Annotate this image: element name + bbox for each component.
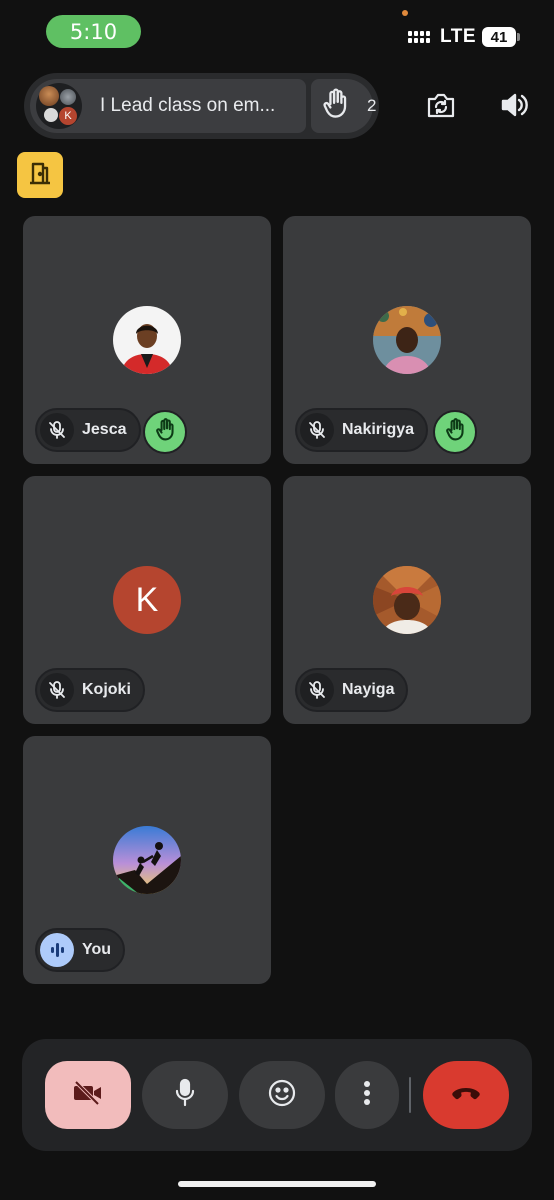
network-type: LTE [440, 26, 476, 47]
avatar: K [113, 566, 181, 634]
door-icon [29, 161, 51, 190]
participant-name: Kojoki [82, 681, 131, 698]
more-vert-icon [363, 1080, 371, 1111]
meeting-title: I Lead class on em... [100, 95, 276, 116]
battery-icon: 41 [482, 27, 520, 47]
signal-icon [408, 31, 431, 43]
camera-off-icon [73, 1080, 103, 1111]
mic-off-icon [40, 673, 74, 707]
home-indicator[interactable] [178, 1181, 376, 1187]
participant-avatars: K [36, 83, 82, 129]
mic-off-icon [300, 413, 334, 447]
hand-raised-badge [433, 410, 477, 454]
reactions-button[interactable] [239, 1061, 325, 1129]
speaker-icon [499, 91, 529, 124]
participant-name: Nakirigya [342, 421, 415, 438]
status-icons: LTE 41 [408, 24, 520, 50]
mic-off-icon [300, 673, 334, 707]
camera-switch-icon [426, 91, 456, 124]
hand-raised-badge [143, 410, 187, 454]
mic-icon [174, 1078, 196, 1113]
breakout-room-button[interactable] [17, 152, 63, 198]
avatar [39, 86, 59, 106]
status-time: 5:10 [46, 15, 141, 48]
hand-raise-icon [154, 417, 176, 447]
participant-tile-nayiga[interactable]: Nayiga [283, 476, 531, 724]
camera-toggle-button[interactable] [45, 1061, 131, 1129]
speaker-button[interactable] [497, 90, 531, 124]
participant-tile-kojoki[interactable]: K Kojoki [23, 476, 271, 724]
raised-hands-button[interactable]: 2 [311, 79, 377, 133]
avatar [44, 108, 58, 122]
participant-name: You [82, 941, 112, 958]
participant-name-chip: Jesca [35, 408, 141, 452]
mic-off-icon [40, 413, 74, 447]
raised-hands-count: 2 [367, 96, 377, 115]
avatar [373, 306, 441, 374]
participant-tile-jesca[interactable]: Jesca [23, 216, 271, 464]
audio-wave-icon [40, 933, 74, 967]
participant-name: Nayiga [342, 681, 395, 698]
end-call-button[interactable] [423, 1061, 509, 1129]
avatar [373, 566, 441, 634]
more-options-button[interactable] [335, 1061, 399, 1129]
avatar [113, 826, 181, 894]
participant-name-chip: Kojoki [35, 668, 145, 712]
emoji-icon [267, 1078, 297, 1113]
participant-name-chip: Nayiga [295, 668, 409, 712]
participant-name-chip: You [35, 928, 126, 972]
avatar: K [59, 107, 77, 125]
privacy-indicator-dot [402, 10, 408, 16]
meeting-info-button[interactable]: K I Lead class on em... [30, 79, 306, 133]
hand-raise-icon [321, 87, 349, 125]
meeting-header: K I Lead class on em... 2 [24, 73, 379, 139]
hand-raise-icon [444, 417, 466, 447]
participant-name: Jesca [82, 421, 127, 438]
participant-name-chip: Nakirigya [295, 408, 429, 452]
avatar [113, 306, 181, 374]
avatar [60, 89, 76, 105]
controls-divider [409, 1077, 411, 1113]
participant-tile-you[interactable]: You [23, 736, 271, 984]
end-call-icon [451, 1085, 481, 1106]
camera-switch-button[interactable] [424, 90, 458, 124]
microphone-button[interactable] [142, 1061, 228, 1129]
participant-tile-nakirigya[interactable]: Nakirigya [283, 216, 531, 464]
call-controls-bar [22, 1039, 532, 1151]
